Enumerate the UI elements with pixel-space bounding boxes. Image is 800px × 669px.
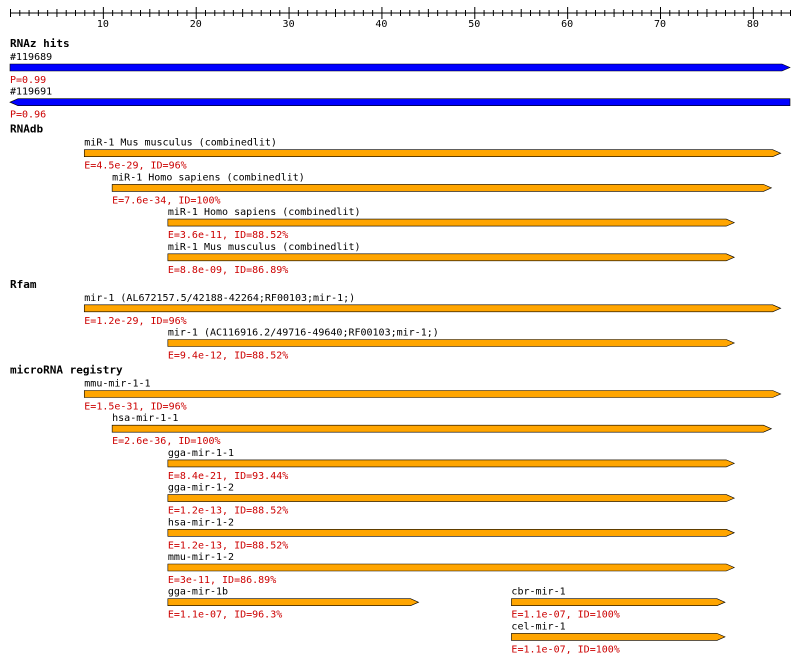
- feature-stat: P=0.96: [10, 110, 46, 121]
- feature-label: mir-1 (AL672157.5/42188-42264;RF00103;mi…: [84, 293, 355, 304]
- feature-stat: E=1.1e-07, ID=100%: [511, 644, 619, 655]
- ruler-tick-label: 30: [283, 19, 295, 30]
- feature-stat: E=1.5e-31, ID=96%: [84, 402, 186, 413]
- feature-stat: E=3.6e-11, ID=88.52%: [168, 230, 288, 241]
- feature-arrow-forward[interactable]: [167, 253, 736, 262]
- section-title: Rfam: [10, 278, 37, 291]
- track-feature[interactable]: gga-mir-1b E=1.1e-07, ID=96.3%: [167, 587, 420, 621]
- section-rnaz-hits: RNAz hits #119689 P=0.99#119691 P=0.96: [9, 37, 791, 121]
- feature-arrow-forward[interactable]: [167, 339, 736, 347]
- feature-stat: E=4.5e-29, ID=96%: [84, 161, 186, 172]
- feature-label: gga-mir-1b: [168, 587, 228, 598]
- feature-stat: E=2.6e-36, ID=100%: [112, 436, 220, 447]
- feature-arrow-forward[interactable]: [167, 459, 736, 468]
- section-rfam: Rfam mir-1 (AL672157.5/42188-42264;RF0010…: [10, 278, 782, 362]
- ruler-tick-label: 10: [97, 19, 109, 30]
- feature-label: hsa-mir-1-2: [168, 517, 234, 528]
- feature-arrow-forward[interactable]: [111, 184, 773, 192]
- feature-label: gga-mir-1-2: [168, 483, 234, 494]
- ruler-tick-label: 40: [375, 19, 387, 30]
- feature-label: mir-1 (AC116916.2/49716-49640;RF00103;mi…: [168, 328, 439, 339]
- feature-arrow-forward[interactable]: [111, 424, 773, 433]
- feature-arrow-forward[interactable]: [167, 563, 736, 572]
- section-rnadb: RNAdb miR-1 Mus musculus (combinedlit) E=4…: [10, 123, 782, 276]
- track-feature[interactable]: miR-1 Mus musculus (combinedlit) E=4.5e-2…: [83, 138, 782, 172]
- track-feature[interactable]: cbr-mir-1 E=1.1e-07, ID=100%: [511, 587, 726, 621]
- feature-arrow-forward[interactable]: [511, 633, 726, 641]
- coordinate-ruler: 10 20 30 40 50 60 70 80: [10, 7, 791, 30]
- feature-stat: P=0.99: [10, 75, 46, 86]
- track-area: RNAz hits #119689 P=0.99#119691 P=0.96 RNAdb…: [9, 37, 791, 655]
- track-feature[interactable]: miR-1 Homo sapiens (combinedlit) E=3.6e-1…: [167, 207, 736, 241]
- feature-label: hsa-mir-1-1: [112, 413, 178, 424]
- track-feature[interactable]: miR-1 Homo sapiens (combinedlit) E=7.6e-3…: [111, 172, 773, 206]
- feature-arrow-forward[interactable]: [511, 598, 726, 607]
- feature-stat: E=3e-11, ID=86.89%: [168, 575, 276, 586]
- feature-stat: E=7.6e-34, ID=100%: [112, 195, 220, 206]
- feature-label: cel-mir-1: [511, 621, 565, 632]
- feature-stat: E=1.1e-07, ID=100%: [511, 610, 619, 621]
- feature-arrow-forward[interactable]: [9, 63, 791, 72]
- feature-label: #119691: [10, 87, 52, 98]
- track-feature[interactable]: gga-mir-1-2 E=1.2e-13, ID=88.52%: [167, 483, 736, 517]
- feature-stat: E=1.1e-07, ID=96.3%: [168, 610, 282, 621]
- track-feature[interactable]: #119691 P=0.96: [9, 87, 791, 121]
- feature-stat: E=1.2e-29, ID=96%: [84, 316, 186, 327]
- feature-label: gga-mir-1-1: [168, 448, 234, 459]
- ruler-tick-label: 50: [468, 19, 480, 30]
- feature-arrow-reverse[interactable]: [9, 98, 791, 106]
- track-feature[interactable]: #119689 P=0.99: [9, 52, 791, 86]
- track-feature[interactable]: hsa-mir-1-1 E=2.6e-36, ID=100%: [111, 413, 773, 447]
- track-feature[interactable]: mir-1 (AL672157.5/42188-42264;RF00103;mi…: [83, 293, 782, 327]
- genome-track-view: 10 20 30 40 50 60 70 80 RNAz hits #119689 P=0.99#…: [9, 7, 791, 655]
- feature-label: miR-1 Mus musculus (combinedlit): [168, 242, 361, 253]
- track-feature[interactable]: gga-mir-1-1 E=8.4e-21, ID=93.44%: [167, 448, 736, 482]
- section-title: microRNA registry: [10, 364, 123, 377]
- ruler-tick-label: 80: [747, 19, 759, 30]
- feature-label: miR-1 Mus musculus (combinedlit): [84, 138, 277, 149]
- section-title: RNAz hits: [10, 37, 70, 50]
- feature-label: mmu-mir-1-2: [168, 552, 234, 563]
- feature-arrow-forward[interactable]: [167, 528, 736, 537]
- feature-arrow-forward[interactable]: [167, 494, 736, 502]
- feature-arrow-forward[interactable]: [83, 149, 782, 157]
- section-microrna-registry: microRNA registry mmu-mir-1-1 E=1.5e-31, I…: [10, 364, 782, 655]
- track-feature[interactable]: miR-1 Mus musculus (combinedlit) E=8.8e-0…: [167, 242, 736, 276]
- feature-stat: E=8.8e-09, ID=86.89%: [168, 265, 288, 276]
- track-feature[interactable]: cel-mir-1 E=1.1e-07, ID=100%: [511, 621, 726, 655]
- feature-stat: E=1.2e-13, ID=88.52%: [168, 506, 288, 517]
- feature-label: miR-1 Homo sapiens (combinedlit): [168, 207, 361, 218]
- ruler-tick-label: 60: [561, 19, 573, 30]
- track-feature[interactable]: hsa-mir-1-2 E=1.2e-13, ID=88.52%: [167, 517, 736, 551]
- ruler-tick-label: 20: [190, 19, 202, 30]
- section-title: RNAdb: [10, 123, 43, 136]
- feature-arrow-forward[interactable]: [167, 218, 736, 227]
- feature-label: cbr-mir-1: [511, 587, 565, 598]
- ruler-tick-label: 70: [654, 19, 666, 30]
- feature-label: mmu-mir-1-1: [84, 379, 150, 390]
- feature-label: miR-1 Homo sapiens (combinedlit): [112, 172, 305, 183]
- feature-arrow-forward[interactable]: [83, 304, 782, 313]
- track-feature[interactable]: mmu-mir-1-2 E=3e-11, ID=86.89%: [167, 552, 736, 586]
- track-feature[interactable]: mir-1 (AC116916.2/49716-49640;RF00103;mi…: [167, 328, 736, 362]
- feature-stat: E=1.2e-13, ID=88.52%: [168, 540, 288, 551]
- feature-label: #119689: [10, 52, 52, 63]
- feature-arrow-forward[interactable]: [83, 390, 782, 398]
- feature-stat: E=9.4e-12, ID=88.52%: [168, 351, 288, 362]
- feature-arrow-forward[interactable]: [167, 598, 420, 607]
- track-feature[interactable]: mmu-mir-1-1 E=1.5e-31, ID=96%: [83, 379, 782, 413]
- feature-stat: E=8.4e-21, ID=93.44%: [168, 471, 288, 482]
